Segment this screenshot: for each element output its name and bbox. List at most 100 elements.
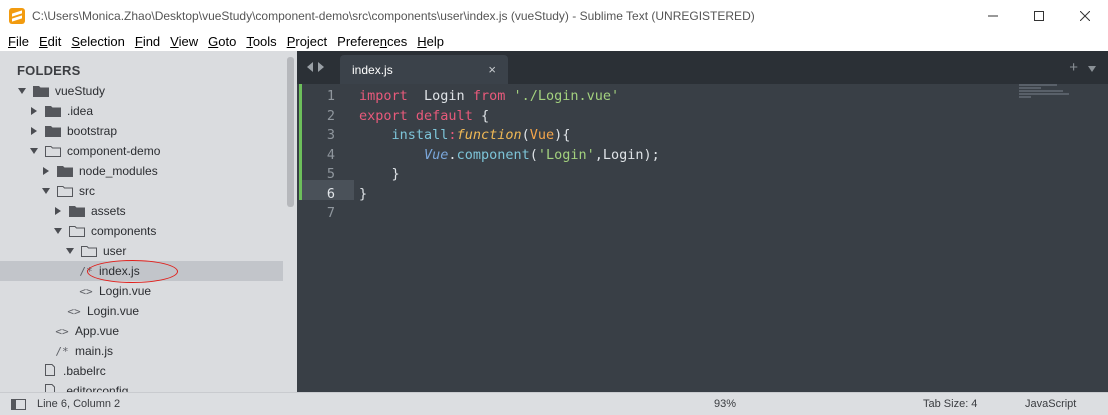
menu-item[interactable]: Goto bbox=[203, 34, 241, 49]
sidebar-folder-item[interactable]: vueStudy bbox=[0, 81, 283, 101]
annotation-ellipse bbox=[87, 260, 178, 283]
code-line[interactable]: 4 Vue.component('Login',Login); bbox=[297, 145, 997, 165]
disclosure-down-icon[interactable] bbox=[53, 226, 63, 236]
tab-close-icon[interactable]: × bbox=[488, 62, 496, 77]
code-line[interactable]: 3 install:function(Vue){ bbox=[297, 125, 997, 145]
line-number: 5 bbox=[326, 166, 335, 182]
disclosure-right-icon[interactable] bbox=[29, 106, 39, 116]
code-text: } bbox=[359, 166, 400, 182]
tab-label: index.js bbox=[352, 62, 393, 77]
new-tab-plus-icon[interactable]: + bbox=[1069, 59, 1078, 76]
sidebar-file-item[interactable]: <> Login.vue bbox=[0, 301, 283, 321]
code-text: export default { bbox=[359, 107, 490, 124]
code-line[interactable]: 1 import Login from './Login.vue' bbox=[297, 86, 997, 106]
sidebar-item-label: components bbox=[91, 224, 157, 238]
disclosure-down-icon[interactable] bbox=[29, 146, 39, 156]
sidebar-file-item[interactable]: /* main.js bbox=[0, 341, 283, 361]
tab-nav-arrows[interactable] bbox=[307, 62, 324, 72]
minimize-icon bbox=[988, 15, 998, 16]
sidebar-item-label: .idea bbox=[67, 104, 94, 118]
line-number: 4 bbox=[326, 146, 335, 163]
tab-index-js[interactable]: index.js × bbox=[340, 55, 508, 84]
menu-item[interactable]: Find bbox=[130, 34, 165, 49]
folder-open-icon bbox=[69, 225, 85, 237]
code-text: install:function(Vue){ bbox=[391, 127, 571, 143]
sidebar-folder-item[interactable]: component-demo bbox=[0, 141, 283, 161]
line-number: 1 bbox=[326, 88, 335, 104]
chevron-left-icon[interactable] bbox=[307, 62, 313, 72]
sidebar-folder-item[interactable]: .idea bbox=[0, 101, 283, 121]
js-file-icon: /* bbox=[55, 344, 69, 358]
menu-item[interactable]: Tools bbox=[241, 34, 281, 49]
file-icon bbox=[41, 363, 59, 379]
window-title: C:\Users\Monica.Zhao\Desktop\vueStudy\co… bbox=[32, 8, 755, 23]
sidebar-folder-item[interactable]: user bbox=[0, 241, 283, 261]
sidebar-item-label: user bbox=[103, 244, 127, 258]
menu-bar: File Edit Selection Find View Goto Tools Projec… bbox=[0, 31, 1108, 51]
sidebar-item-label: Login.vue bbox=[99, 284, 152, 298]
menu-item[interactable]: View bbox=[165, 34, 203, 49]
tab-tools: + bbox=[1069, 59, 1096, 76]
sidebar-item-label: .babelrc bbox=[63, 364, 106, 378]
code-editor[interactable]: 1 import Login from './Login.vue' 2 export … bbox=[297, 84, 1108, 392]
maximize-button[interactable] bbox=[1016, 0, 1062, 31]
line-number: 7 bbox=[326, 205, 335, 221]
sidebar-folder-item[interactable]: node_modules bbox=[0, 161, 283, 181]
code-text: } bbox=[359, 185, 368, 202]
disclosure-right-icon[interactable] bbox=[29, 126, 39, 136]
sidebar-file-item[interactable]: <> App.vue bbox=[0, 321, 283, 341]
sidebar: FOLDERS vueStudy .idea bootstrap component-… bbox=[0, 51, 297, 392]
disclosure-right-icon[interactable] bbox=[53, 206, 63, 216]
menu-item[interactable]: Help bbox=[412, 34, 449, 49]
panel-toggle-icon[interactable] bbox=[11, 399, 26, 410]
sidebar-file-item[interactable]: .babelrc bbox=[0, 361, 283, 381]
sidebar-folder-item[interactable]: components bbox=[0, 221, 283, 241]
window-controls bbox=[970, 0, 1108, 31]
chevron-right-icon[interactable] bbox=[318, 62, 324, 72]
menu-item[interactable]: File bbox=[3, 34, 34, 49]
line-number: 3 bbox=[326, 127, 335, 143]
file-icon bbox=[41, 383, 59, 392]
disclosure-down-icon[interactable] bbox=[17, 86, 27, 96]
syntax-selector[interactable]: JavaScript bbox=[1025, 398, 1076, 410]
menu-item[interactable]: Project bbox=[282, 34, 332, 49]
code-line[interactable]: 6} bbox=[297, 184, 997, 204]
sidebar-item-label: src bbox=[79, 184, 95, 198]
sidebar-item-label: component-demo bbox=[67, 144, 161, 158]
status-bar: Line 6, Column 2 93% Tab Size: 4 JavaScr… bbox=[0, 392, 1108, 415]
disclosure-down-icon[interactable] bbox=[41, 186, 51, 196]
close-button[interactable] bbox=[1062, 0, 1108, 31]
sidebar-folder-item[interactable]: assets bbox=[0, 201, 283, 221]
tab-list-chevron-icon[interactable] bbox=[1088, 65, 1096, 72]
sidebar-item-label: node_modules bbox=[79, 164, 158, 178]
sidebar-file-item[interactable]: .editorconfig bbox=[0, 381, 283, 392]
maximize-icon bbox=[1034, 10, 1044, 21]
line-number: 2 bbox=[326, 107, 335, 124]
sidebar-item-label: Login.vue bbox=[87, 304, 140, 318]
sidebar-item-label: .editorconfig bbox=[63, 384, 129, 392]
menu-item[interactable]: Selection bbox=[66, 34, 129, 49]
code-line[interactable]: 2 export default { bbox=[297, 106, 997, 126]
cursor-position: Line 6, Column 2 bbox=[37, 398, 121, 410]
vue-file-icon: <> bbox=[79, 284, 93, 298]
folder-open-icon bbox=[81, 245, 97, 257]
sidebar-item-label: App.vue bbox=[75, 324, 120, 338]
folder-open-icon bbox=[57, 185, 73, 197]
sidebar-item-label: bootstrap bbox=[67, 124, 118, 138]
folder-icon bbox=[57, 165, 73, 177]
sidebar-folder-item[interactable]: src bbox=[0, 181, 283, 201]
minimap[interactable] bbox=[1019, 84, 1079, 100]
scroll-percent: 93% bbox=[714, 398, 737, 410]
disclosure-down-icon[interactable] bbox=[65, 246, 75, 256]
sidebar-folder-item[interactable]: bootstrap bbox=[0, 121, 283, 141]
folder-icon bbox=[33, 85, 49, 97]
menu-item[interactable]: Edit bbox=[34, 34, 66, 49]
menu-item[interactable]: Preferences bbox=[332, 34, 412, 49]
sidebar-file-item[interactable]: <> Login.vue bbox=[0, 281, 283, 301]
disclosure-right-icon[interactable] bbox=[41, 166, 51, 176]
minimize-button[interactable] bbox=[970, 0, 1016, 31]
sidebar-scrollbar[interactable] bbox=[287, 57, 294, 207]
tab-size-selector[interactable]: Tab Size: 4 bbox=[923, 398, 977, 410]
code-line[interactable]: 5 } bbox=[297, 164, 997, 184]
code-line[interactable]: 7 bbox=[297, 203, 997, 223]
